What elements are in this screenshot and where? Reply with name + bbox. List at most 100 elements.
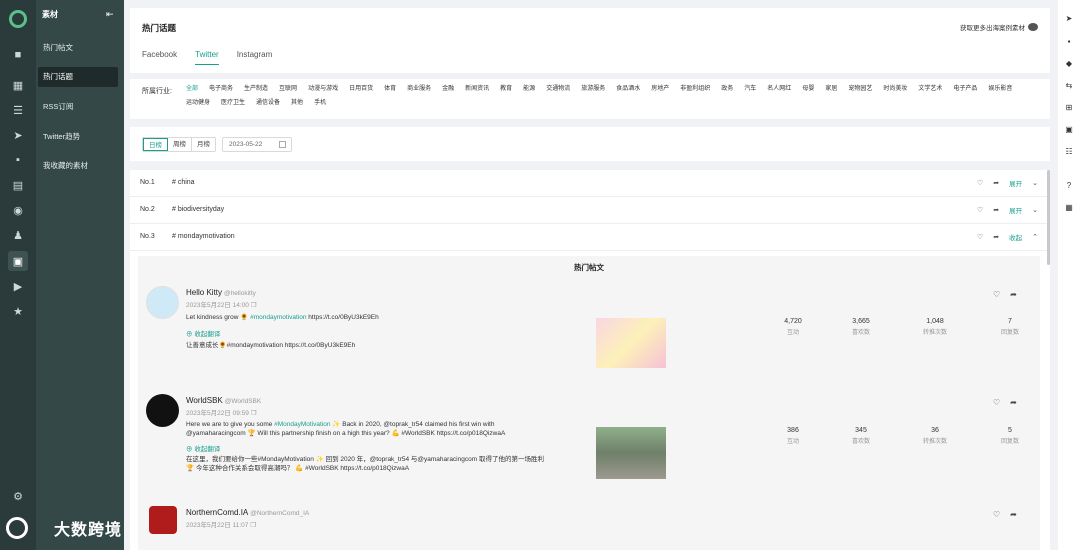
period-monthly[interactable]: 月榜 [192, 138, 215, 151]
industry-option[interactable]: 通信设备 [256, 99, 280, 108]
post-author[interactable]: WorldSBK [186, 396, 223, 405]
users-icon[interactable]: ♟ [8, 225, 28, 245]
translate-icon[interactable]: ⇆ [1064, 80, 1074, 90]
industry-option[interactable]: 母婴 [802, 85, 814, 94]
industry-option[interactable]: 运动健身 [186, 99, 210, 108]
industry-option[interactable]: 新闻资讯 [465, 85, 489, 94]
chevron-up-icon[interactable]: ⌃ [1032, 233, 1038, 241]
post-author[interactable]: Hello Kitty [186, 288, 222, 297]
industry-option[interactable]: 房地产 [651, 85, 669, 94]
notification-icon[interactable]: ◆ [1064, 58, 1074, 68]
more-cases-link[interactable]: 获取更多出海案例素材 [960, 22, 1038, 32]
post-author[interactable]: NorthernComd.IA [186, 508, 248, 517]
chevron-down-icon[interactable]: ⌄ [1032, 206, 1038, 214]
menu-item-rss[interactable]: RSS订阅 [38, 97, 118, 117]
industry-option[interactable]: 互联网 [279, 85, 297, 94]
share-icon[interactable]: ➦ [1010, 290, 1017, 299]
industry-option[interactable]: 家居 [825, 85, 837, 94]
toggle-translation[interactable]: ⊕ 收起翻译 [186, 328, 220, 338]
send-icon[interactable]: ➤ [8, 125, 28, 145]
material-icon[interactable]: ▣ [8, 251, 28, 271]
industry-option[interactable]: 医疗卫生 [221, 99, 245, 108]
post-image[interactable] [596, 427, 666, 479]
topic-row[interactable]: No.3 # mondaymotivation ♡ ➦ 收起 ⌃ [130, 224, 1050, 251]
collapse-menu-icon[interactable]: ⇤ [106, 9, 114, 20]
menu-item-hot-topics[interactable]: 热门话题 [38, 67, 118, 87]
industry-option[interactable]: 娱乐影音 [988, 85, 1012, 94]
add-icon[interactable]: ⊞ [1064, 102, 1074, 112]
heart-icon[interactable]: ♡ [993, 290, 1000, 299]
toggle-translation[interactable]: ⊕ 收起翻译 [186, 443, 220, 453]
post-hashtag[interactable]: #mondaymotivation [250, 314, 306, 321]
industry-option[interactable]: 全部 [186, 85, 198, 94]
industry-option[interactable]: 金融 [442, 85, 454, 94]
heart-icon[interactable]: ♡ [993, 398, 1000, 407]
post-hashtag[interactable]: #MondayMotivation [274, 421, 330, 428]
industry-option[interactable]: 商业服务 [407, 85, 431, 94]
broadcast-icon[interactable]: ◉ [8, 200, 28, 220]
collapse-toggle[interactable]: 收起 [1009, 232, 1022, 242]
settings-icon[interactable]: ⚙ [8, 486, 28, 506]
avatar[interactable] [149, 506, 177, 534]
menu-item-hot-posts[interactable]: 热门帖文 [38, 38, 118, 58]
industry-option[interactable]: 生产制造 [244, 85, 268, 94]
message-icon[interactable]: ▪ [8, 150, 28, 170]
star-icon[interactable]: ★ [8, 301, 28, 321]
folder-icon[interactable]: ▣ [1064, 124, 1074, 134]
menu-item-favorites[interactable]: 我收藏的素材 [38, 156, 118, 176]
share-icon[interactable]: ➦ [993, 233, 999, 241]
heart-icon[interactable]: ♡ [993, 510, 1000, 519]
copy-icon[interactable]: ❐ [251, 410, 257, 417]
tab-facebook[interactable]: Facebook [142, 50, 177, 65]
industry-option[interactable]: 非盈利组织 [680, 85, 710, 94]
share-icon[interactable]: ➦ [1010, 398, 1017, 407]
industry-option[interactable]: 时尚美妆 [883, 85, 907, 94]
heart-icon[interactable]: ♡ [977, 233, 983, 241]
share-icon[interactable]: ➦ [993, 206, 999, 214]
chat-icon[interactable]: ▪ [1064, 36, 1074, 46]
help-icon[interactable]: ? [1064, 180, 1074, 190]
chevron-down-icon[interactable]: ⌄ [1032, 179, 1038, 187]
workspace-icon[interactable]: ■ [8, 45, 28, 65]
copy-icon[interactable]: ❐ [251, 302, 257, 309]
scrollbar[interactable] [1047, 170, 1050, 265]
copy-icon[interactable]: ❐ [250, 522, 256, 529]
share-icon[interactable]: ➦ [993, 179, 999, 187]
expand-toggle[interactable]: 展开 [1009, 205, 1022, 215]
dashboard-icon[interactable]: ▦ [8, 75, 28, 95]
industry-option[interactable]: 旅游服务 [581, 85, 605, 94]
industry-option[interactable]: 电子商务 [209, 85, 233, 94]
grid-icon[interactable]: ▦ [1064, 202, 1074, 212]
topic-row[interactable]: No.2 # biodiversityday ♡ ➦ 展开 ⌄ [130, 197, 1050, 224]
topic-row[interactable]: No.1 # china ♡ ➦ 展开 ⌄ [130, 170, 1050, 197]
industry-option[interactable]: 电子产品 [953, 85, 977, 94]
industry-option[interactable]: 手机 [314, 99, 326, 108]
heart-icon[interactable]: ♡ [977, 206, 983, 214]
industry-option[interactable]: 体育 [384, 85, 396, 94]
avatar[interactable] [146, 286, 179, 319]
industry-option[interactable]: 教育 [500, 85, 512, 94]
video-icon[interactable]: ▶ [8, 276, 28, 296]
tab-twitter[interactable]: Twitter [195, 50, 219, 65]
industry-option[interactable]: 动漫与游戏 [308, 85, 338, 94]
industry-option[interactable]: 能源 [523, 85, 535, 94]
navigate-icon[interactable]: ➤ [1064, 13, 1074, 23]
industry-option[interactable]: 交通物流 [546, 85, 570, 94]
document-icon[interactable]: ▤ [8, 175, 28, 195]
expand-toggle[interactable]: 展开 [1009, 178, 1022, 188]
industry-option[interactable]: 名人网红 [767, 85, 791, 94]
industry-option[interactable]: 汽车 [744, 85, 756, 94]
industry-option[interactable]: 文学艺术 [918, 85, 942, 94]
industry-option[interactable]: 宠物园艺 [848, 85, 872, 94]
list-icon[interactable]: ☰ [8, 100, 28, 120]
search-list-icon[interactable]: ☷ [1064, 146, 1074, 156]
date-picker[interactable]: 2023-05-22 [222, 137, 292, 152]
industry-option[interactable]: 日用百货 [349, 85, 373, 94]
share-icon[interactable]: ➦ [1010, 510, 1017, 519]
menu-item-twitter-trends[interactable]: Twitter趋势 [38, 127, 118, 147]
avatar[interactable] [146, 394, 179, 427]
post-image[interactable] [596, 318, 666, 368]
industry-option[interactable]: 其他 [291, 99, 303, 108]
tab-instagram[interactable]: Instagram [237, 50, 273, 65]
period-weekly[interactable]: 周榜 [168, 138, 192, 151]
